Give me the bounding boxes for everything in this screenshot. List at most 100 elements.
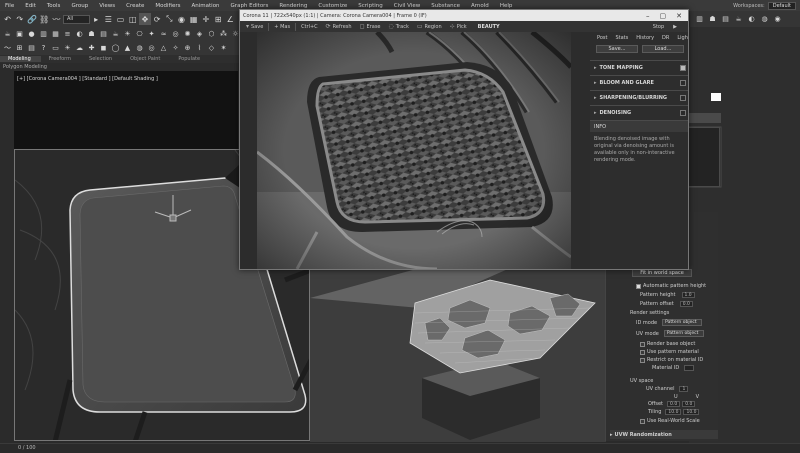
cloud-icon[interactable]: ☁ — [74, 43, 85, 54]
geosphere-icon[interactable]: ◍ — [134, 43, 145, 54]
pin-icon[interactable]: ✚ — [86, 43, 97, 54]
fit-world-space-button[interactable]: Fit in world space — [632, 269, 692, 277]
menu-group[interactable]: Group — [66, 3, 94, 9]
section-bloom-glare[interactable]: ▸ BLOOM AND GLARE — [590, 75, 688, 90]
mas-button[interactable]: + Mas — [271, 24, 293, 30]
help-icon[interactable]: ? — [38, 43, 49, 54]
link-icon[interactable]: 🔗 — [26, 13, 37, 25]
menu-substance[interactable]: Substance — [426, 3, 466, 9]
play-icon[interactable]: ▶ — [670, 24, 680, 30]
load-preset-button[interactable]: Load... — [642, 45, 684, 53]
tab-post[interactable]: Post — [593, 34, 611, 42]
place-icon[interactable]: ◉ — [176, 13, 187, 25]
box-icon[interactable]: ▣ — [14, 29, 25, 40]
spline-icon[interactable]: ⌇ — [194, 43, 205, 54]
redo-icon[interactable]: ↷ — [14, 13, 25, 25]
hierarchy-tab-icon[interactable]: ◍ — [759, 14, 770, 25]
sun-icon[interactable]: ☀ — [62, 43, 73, 54]
uv-mode-select[interactable]: Pattern object — [663, 330, 704, 337]
id-mode-select[interactable]: Pattern object — [662, 319, 703, 326]
pick-button[interactable]: ⊹ Pick — [447, 23, 470, 30]
viewport-perspective[interactable] — [310, 268, 606, 442]
render-base-checkbox[interactable] — [640, 341, 645, 347]
torus-icon[interactable]: ◯ — [110, 43, 121, 54]
menu-civil-view[interactable]: Civil View — [389, 3, 426, 9]
ribbon-tab-populate[interactable]: Populate — [170, 56, 210, 62]
modify-tab-icon[interactable]: ◐ — [746, 14, 757, 25]
uvw-randomization-rollout[interactable]: UVW Randomization — [615, 432, 672, 438]
bloom-glare-checkbox[interactable] — [680, 80, 686, 86]
tone-mapping-checkbox[interactable] — [680, 65, 686, 71]
corona-icon[interactable]: ◎ — [170, 29, 181, 40]
cube-icon[interactable]: ◼ — [98, 43, 109, 54]
menu-modifiers[interactable]: Modifiers — [150, 3, 186, 9]
menu-animation[interactable]: Animation — [187, 3, 226, 9]
spacewarp-icon[interactable]: ≈ — [158, 29, 169, 40]
helper-icon[interactable]: ✦ — [146, 29, 157, 40]
layers-icon[interactable]: ≡ — [62, 29, 73, 40]
real-world-scale-checkbox[interactable] — [640, 418, 645, 424]
frame-counter[interactable]: 0 / 100 — [18, 445, 36, 451]
material-editor-icon[interactable]: ◐ — [74, 29, 85, 40]
panel-icon[interactable]: ▥ — [694, 14, 705, 25]
menu-customize[interactable]: Customize — [313, 3, 353, 9]
stop-button[interactable]: Stop — [650, 24, 667, 30]
select-object-icon[interactable]: ▸ — [91, 13, 102, 25]
maximize-icon[interactable]: ▢ — [660, 12, 667, 20]
render-frame-icon-2[interactable]: ▤ — [720, 14, 731, 25]
offset-v-input[interactable]: 0.0 — [682, 401, 696, 407]
tab-lightmix[interactable]: LightMix — [673, 34, 688, 42]
render-setup-icon-2[interactable]: ☗ — [707, 14, 718, 25]
corona-scatter-icon[interactable]: ⁂ — [218, 29, 229, 40]
tab-history[interactable]: History — [632, 34, 658, 42]
render-image[interactable] — [257, 32, 571, 269]
ribbon-tab-object-paint[interactable]: Object Paint — [122, 56, 170, 62]
section-denoising[interactable]: ▸ DENOISING — [590, 105, 688, 120]
cone-icon[interactable]: ▲ — [122, 43, 133, 54]
rectangle-select-icon[interactable]: ▭ — [115, 13, 126, 25]
target-icon[interactable]: ⊕ — [182, 43, 193, 54]
polygon-modeling-label[interactable]: Polygon Modeling — [0, 63, 248, 71]
render-production-icon[interactable]: ☕ — [733, 14, 744, 25]
corona-vfb-window[interactable]: Corona 11 | 722x540px (1:1) | Camera: Co… — [239, 9, 689, 270]
selection-filter-dropdown[interactable]: All — [62, 14, 90, 24]
tiling-u-input[interactable]: 10.0 — [665, 409, 682, 415]
track-button[interactable]: ◌ Track — [386, 23, 412, 30]
motion-tab-icon[interactable]: ◉ — [772, 14, 783, 25]
tiling-v-input[interactable]: 10.0 — [683, 409, 700, 415]
use-pattern-material-checkbox[interactable] — [640, 349, 645, 355]
select-by-name-icon[interactable]: ☰ — [103, 13, 114, 25]
erase-button[interactable]: ◻ Erase — [357, 23, 384, 30]
menu-edit[interactable]: Edit — [20, 3, 42, 9]
pivot-icon[interactable]: ✛ — [200, 13, 211, 25]
reference-coord-icon[interactable]: ▦ — [188, 13, 199, 25]
close-icon[interactable]: ✕ — [676, 12, 682, 20]
pyramid-icon[interactable]: △ — [158, 43, 169, 54]
bind-space-warp-icon[interactable]: 〰 — [51, 13, 62, 25]
menu-file[interactable]: File — [0, 3, 20, 9]
region-button[interactable]: ▭ Region — [414, 23, 445, 30]
undo-icon[interactable]: ↶ — [2, 13, 13, 25]
menu-create[interactable]: Create — [121, 3, 150, 9]
restrict-material-id-checkbox[interactable] — [640, 357, 645, 363]
tab-dr[interactable]: DR — [658, 34, 673, 42]
auto-height-checkbox[interactable] — [636, 283, 641, 289]
window-crossing-icon[interactable]: ◫ — [127, 13, 138, 25]
corona-proxy-icon[interactable]: ⬡ — [206, 29, 217, 40]
menu-views[interactable]: Views — [94, 3, 121, 9]
move-icon[interactable]: ✥ — [139, 13, 151, 25]
tab-stats[interactable]: Stats — [611, 34, 632, 42]
pattern-offset-input[interactable]: 0.0 — [679, 301, 693, 307]
save-preset-button[interactable]: Save... — [596, 45, 638, 53]
snap-icon[interactable]: ⊞ — [212, 13, 223, 25]
viewport-top-left[interactable] — [14, 71, 238, 149]
cylinder-icon[interactable]: ▥ — [38, 29, 49, 40]
shape-icon[interactable]: ◇ — [206, 43, 217, 54]
unlink-icon[interactable]: ⛓ — [39, 13, 50, 25]
material-id-input[interactable] — [684, 365, 695, 371]
menu-tools[interactable]: Tools — [42, 3, 67, 9]
rotate-icon[interactable]: ⟳ — [152, 13, 163, 25]
grid-icon[interactable]: ▦ — [50, 29, 61, 40]
menu-arnold[interactable]: Arnold — [466, 3, 495, 9]
menu-rendering[interactable]: Rendering — [274, 3, 313, 9]
